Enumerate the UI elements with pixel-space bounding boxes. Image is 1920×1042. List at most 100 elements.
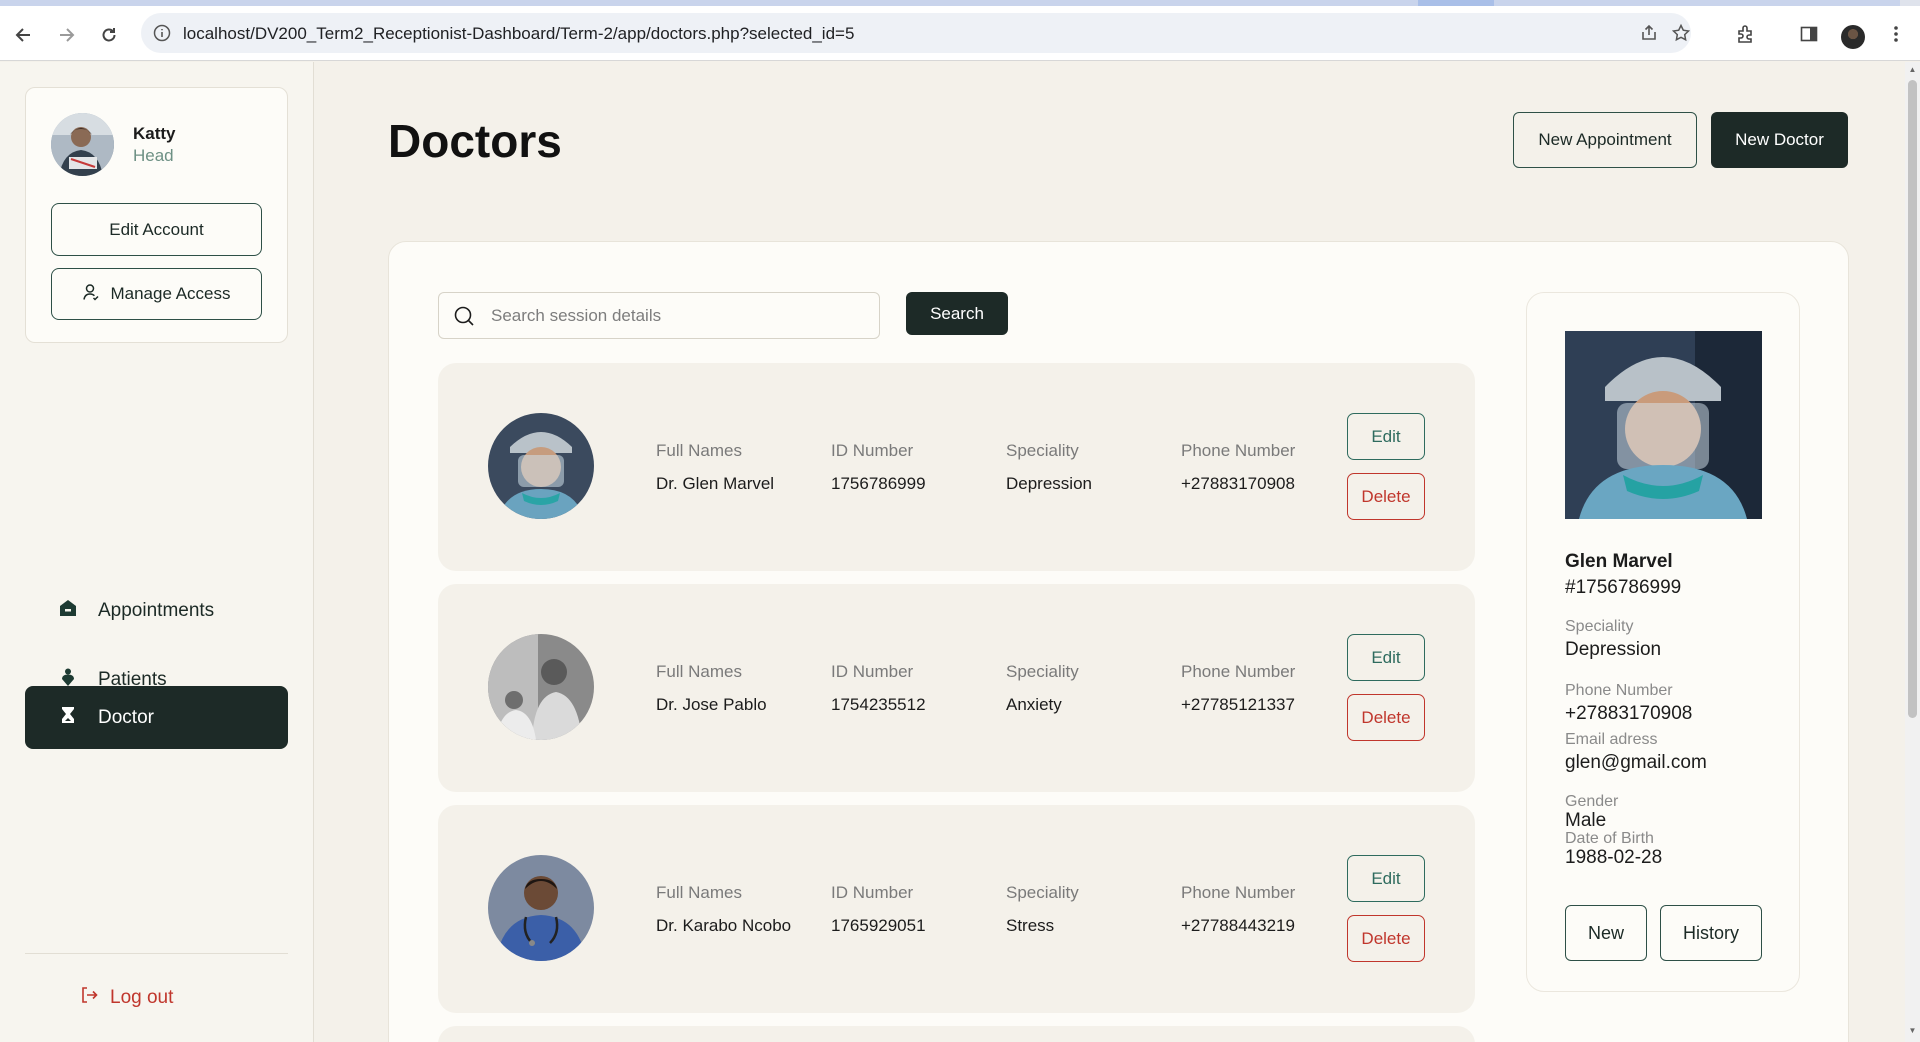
site-info-icon[interactable] bbox=[153, 24, 171, 47]
extensions-icon[interactable] bbox=[1734, 22, 1758, 46]
share-icon[interactable] bbox=[1639, 23, 1659, 48]
edit-account-label: Edit Account bbox=[109, 219, 204, 239]
sidebar-item-label: Doctor bbox=[98, 706, 154, 728]
phone-number-column: Phone Number +27788443219 bbox=[1181, 883, 1295, 936]
phone-number-value: +27788443219 bbox=[1181, 916, 1295, 935]
speciality-label: Speciality bbox=[1006, 883, 1079, 902]
scroll-down-icon[interactable]: ▼ bbox=[1908, 1026, 1917, 1035]
scroll-up-icon[interactable]: ▲ bbox=[1908, 65, 1917, 74]
detail-gender-label: Gender bbox=[1565, 793, 1619, 810]
full-names-label: Full Names bbox=[656, 883, 742, 902]
phone-number-label: Phone Number bbox=[1181, 883, 1296, 902]
new-doctor-button[interactable]: New Doctor bbox=[1711, 112, 1848, 168]
divider bbox=[25, 953, 288, 954]
home-icon bbox=[58, 598, 78, 624]
id-number-column: ID Number 1754235512 bbox=[831, 662, 926, 715]
url-text: localhost/DV200_Term2_Receptionist-Dashb… bbox=[183, 24, 855, 43]
full-names-label: Full Names bbox=[656, 441, 742, 460]
delete-button[interactable]: Delete bbox=[1347, 694, 1425, 741]
speciality-value: Anxiety bbox=[1006, 695, 1062, 714]
phone-number-value: +27883170908 bbox=[1181, 474, 1295, 493]
doctor-photo bbox=[488, 855, 594, 961]
detail-id: #1756786999 bbox=[1565, 577, 1682, 598]
back-icon[interactable] bbox=[11, 22, 37, 48]
phone-number-column: Phone Number +27785121337 bbox=[1181, 662, 1295, 715]
page: Katty Head Edit Account Manage Access Ap… bbox=[0, 62, 1905, 1042]
hourglass-icon bbox=[58, 705, 78, 731]
full-name-value: Dr. Karabo Ncobo bbox=[656, 916, 792, 935]
id-number-label: ID Number bbox=[831, 662, 914, 681]
detail-dob: 1988-02-28 bbox=[1565, 847, 1663, 868]
detail-gender: Male bbox=[1565, 810, 1607, 831]
full-names-column: Full Names Dr. Glen Marvel bbox=[656, 441, 774, 494]
speciality-value: Stress bbox=[1006, 916, 1055, 935]
sidebar-item-label: Appointments bbox=[98, 599, 215, 621]
detail-speciality: Depression bbox=[1565, 639, 1662, 660]
edit-button[interactable]: Edit bbox=[1347, 855, 1425, 902]
logout-label: Log out bbox=[110, 987, 174, 1008]
new-button[interactable]: New bbox=[1565, 905, 1647, 961]
manage-access-label: Manage Access bbox=[110, 284, 231, 303]
user-role: Head bbox=[133, 146, 174, 165]
detail-phone-label: Phone Number bbox=[1565, 682, 1673, 699]
search-input[interactable] bbox=[491, 302, 861, 330]
forward-icon[interactable] bbox=[53, 22, 79, 48]
delete-button[interactable]: Delete bbox=[1347, 473, 1425, 520]
delete-button[interactable]: Delete bbox=[1347, 915, 1425, 962]
detail-email-label: Email adress bbox=[1565, 731, 1658, 748]
scrollbar-thumb[interactable] bbox=[1908, 80, 1917, 718]
history-button[interactable]: History bbox=[1660, 905, 1762, 961]
full-name-value: Dr. Jose Pablo bbox=[656, 695, 767, 714]
reload-icon[interactable] bbox=[96, 22, 122, 48]
edit-button[interactable]: Edit bbox=[1347, 634, 1425, 681]
id-number-value: 1756786999 bbox=[831, 474, 926, 493]
doctor-photo bbox=[488, 634, 594, 740]
speciality-value: Depression bbox=[1006, 474, 1092, 493]
table-row[interactable]: Full Names Dr. Glen Marvel ID Number 175… bbox=[438, 363, 1475, 571]
speciality-label: Speciality bbox=[1006, 441, 1079, 460]
manage-access-button[interactable]: Manage Access bbox=[51, 268, 262, 320]
table-row[interactable]: Full Names Dr. Jose Pablo ID Number 1754… bbox=[438, 584, 1475, 792]
id-number-value: 1754235512 bbox=[831, 695, 926, 714]
kebab-menu-icon[interactable] bbox=[1884, 22, 1908, 46]
scrollbar[interactable]: ▲ ▼ bbox=[1905, 62, 1920, 1042]
detail-phone: +27883170908 bbox=[1565, 703, 1693, 724]
full-names-column: Full Names Dr. Karabo Ncobo bbox=[656, 883, 791, 936]
doctors-card: Search Full Names Dr. Glen Marvel ID Num… bbox=[388, 241, 1849, 1042]
table-row[interactable]: Full Names Dr. Karabo Ncobo ID Number 17… bbox=[438, 805, 1475, 1013]
logout-icon bbox=[80, 986, 98, 1010]
browser-profile-avatar[interactable] bbox=[1841, 25, 1865, 49]
logout-button[interactable]: Log out bbox=[80, 986, 173, 1010]
table-row[interactable] bbox=[438, 1026, 1475, 1042]
address-bar[interactable]: localhost/DV200_Term2_Receptionist-Dashb… bbox=[141, 13, 1691, 53]
speciality-label: Speciality bbox=[1006, 662, 1079, 681]
user-name: Katty bbox=[133, 124, 176, 143]
detail-speciality-label: Speciality bbox=[1565, 618, 1634, 635]
doctor-detail-photo bbox=[1565, 331, 1762, 519]
search-box[interactable] bbox=[438, 292, 880, 339]
full-names-column: Full Names Dr. Jose Pablo bbox=[656, 662, 767, 715]
phone-number-label: Phone Number bbox=[1181, 662, 1296, 681]
id-number-value: 1765929051 bbox=[831, 916, 926, 935]
edit-account-button[interactable]: Edit Account bbox=[51, 203, 262, 256]
id-number-label: ID Number bbox=[831, 883, 914, 902]
search-button[interactable]: Search bbox=[906, 292, 1008, 335]
star-icon[interactable] bbox=[1671, 23, 1691, 48]
profile-card: Katty Head Edit Account Manage Access bbox=[25, 87, 288, 343]
sidebar-item-doctor[interactable]: Doctor bbox=[25, 686, 288, 749]
edit-button[interactable]: Edit bbox=[1347, 413, 1425, 460]
side-panel-icon[interactable] bbox=[1797, 22, 1821, 46]
search-icon bbox=[453, 305, 475, 332]
new-appointment-button[interactable]: New Appointment bbox=[1513, 112, 1697, 168]
phone-number-value: +27785121337 bbox=[1181, 695, 1295, 714]
sidebar-item-appointments[interactable]: Appointments bbox=[25, 579, 288, 642]
user-icon bbox=[82, 283, 100, 306]
detail-email: glen@gmail.com bbox=[1565, 752, 1707, 773]
sidebar: Katty Head Edit Account Manage Access Ap… bbox=[0, 62, 314, 1042]
phone-number-column: Phone Number +27883170908 bbox=[1181, 441, 1295, 494]
doctor-detail-card: Glen Marvel #1756786999 Speciality Depre… bbox=[1526, 292, 1800, 992]
full-names-label: Full Names bbox=[656, 662, 742, 681]
browser-toolbar: localhost/DV200_Term2_Receptionist-Dashb… bbox=[0, 6, 1920, 61]
page-title: Doctors bbox=[388, 115, 562, 167]
id-number-column: ID Number 1765929051 bbox=[831, 883, 926, 936]
